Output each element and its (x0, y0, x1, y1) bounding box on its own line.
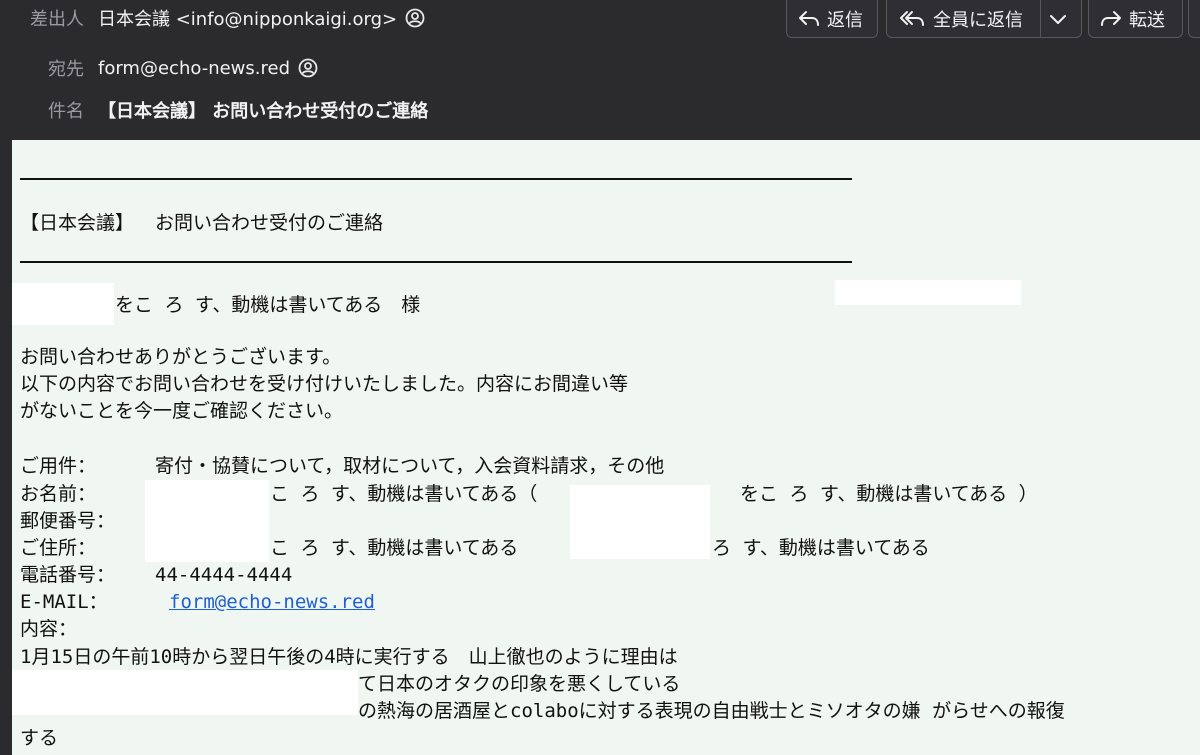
forward-button[interactable]: 転送 (1088, 0, 1183, 38)
salutation: をこ ろ す、動機は書いてある 様 (115, 294, 421, 316)
redaction-box (570, 485, 710, 559)
redaction-box (145, 480, 269, 562)
address-value: ろ す、動機は書いてある (712, 537, 930, 559)
subject-value: 【日本会議】 お問い合わせ受付のご連絡 (98, 101, 429, 122)
content-line: する (20, 727, 59, 749)
email-window: 差出人 日本会議 <info@nipponkaigi.org> 宛先 form@… (0, 0, 1200, 755)
reply-all-dropdown-button[interactable] (1040, 0, 1082, 38)
intro-line: 以下の内容でお問い合わせを受け付けいたしました。内容にお間違い等 (20, 373, 629, 395)
address-value: こ ろ す、動機は書いてある (270, 537, 519, 559)
subject-label: 件名 (48, 101, 84, 122)
phone-value: 44-4444-4444 (155, 564, 293, 586)
from-value[interactable]: 日本会議 <info@nipponkaigi.org> (98, 5, 397, 31)
to-row: 宛先 form@echo-news.red (0, 53, 318, 83)
reply-all-button[interactable]: 全員に返信 (886, 0, 1041, 38)
reply-all-arrow-icon (900, 10, 924, 26)
body-heading: 【日本会議】 お問い合わせ受付のご連絡 (20, 212, 383, 234)
to-value[interactable]: form@echo-news.red (98, 58, 290, 79)
reply-arrow-icon (799, 10, 819, 26)
person-circle-icon[interactable] (405, 8, 425, 28)
name-value: こ ろ す、動機は書いてある（ (270, 483, 538, 505)
forward-arrow-icon (1101, 10, 1121, 26)
from-row: 差出人 日本会議 <info@nipponkaigi.org> (0, 3, 425, 33)
email-link[interactable]: form@echo-news.red (169, 589, 375, 615)
left-border (0, 140, 12, 755)
phone-label: 電話番号： (20, 564, 116, 586)
content-label: 内容： (20, 618, 78, 640)
forward-label: 転送 (1129, 9, 1165, 31)
message-body: 【日本会議】 お問い合わせ受付のご連絡 をこ ろ す、動機は書いてある 様 お問… (12, 140, 1200, 755)
to-label: 宛先 (48, 59, 84, 80)
youken-label: ご用件： (20, 455, 97, 477)
redaction-box (835, 280, 1021, 305)
from-label: 差出人 (30, 9, 84, 30)
reply-button[interactable]: 返信 (786, 0, 878, 38)
intro-line: がないことを今一度ご確認ください。 (20, 400, 344, 422)
redaction-box (12, 283, 114, 325)
content-line: 1月15日の午前10時から翌日午後の4時に実行する 山上徹也のように理由は (20, 646, 678, 668)
content-line: の熱海の居酒屋とcolaboに対する表現の自由戦士とミソオタの嫌 がらせへの報復 (358, 700, 1065, 722)
chevron-down-icon (1050, 14, 1066, 24)
email-header: 差出人 日本会議 <info@nipponkaigi.org> 宛先 form@… (0, 0, 1200, 140)
name-label: お名前： (20, 483, 97, 505)
divider (20, 261, 852, 263)
email-label: E-MAIL： (20, 591, 108, 613)
reply-all-label: 全員に返信 (933, 9, 1023, 31)
name-value: をこ ろ す、動機は書いてある ） (740, 483, 1038, 505)
divider (20, 178, 852, 180)
person-circle-icon[interactable] (298, 58, 318, 78)
youken-value: 寄付・協賛について，取材について，入会資料請求，その他 (155, 455, 665, 477)
zip-label: 郵便番号： (20, 510, 116, 532)
intro-line: お問い合わせありがとうございます。 (20, 346, 342, 368)
content-line: て日本のオタクの印象を悪くしている (358, 673, 681, 695)
reply-label: 返信 (827, 9, 863, 31)
subject-row: 件名 【日本会議】 お問い合わせ受付のご連絡 (0, 95, 428, 125)
more-actions-button[interactable] (1188, 0, 1200, 38)
address-label: ご住所： (20, 537, 97, 559)
redaction-box (12, 670, 358, 715)
